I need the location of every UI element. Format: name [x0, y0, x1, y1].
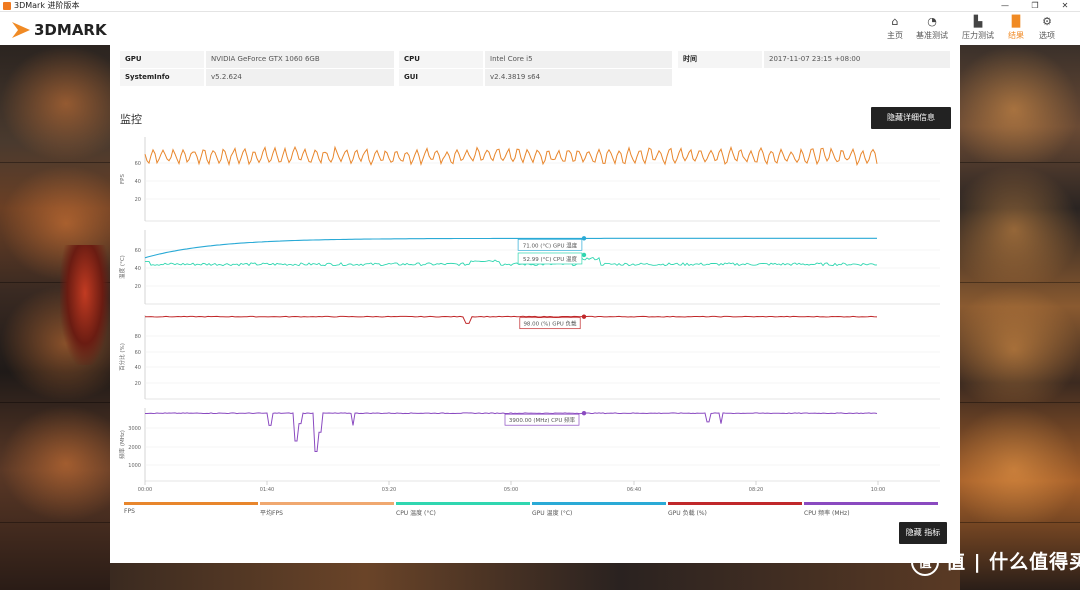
smzdm-logo-icon: 值 [911, 548, 939, 576]
y-tick-label: 20 [135, 284, 141, 290]
y-tick-label: 40 [135, 179, 141, 185]
cpu-temp-marker [581, 252, 587, 258]
legend-item[interactable]: CPU 温度 (°C) [396, 502, 530, 522]
nav-benchmarks-label: 基准测试 [916, 31, 948, 40]
nav-stress-tests[interactable]: ▙ 压力测试 [960, 14, 996, 46]
y-tick-label: 60 [135, 161, 141, 167]
legend-item[interactable]: 平均FPS [260, 502, 394, 522]
cpu-frequency-marker [581, 411, 587, 416]
results-panel: GPU NVIDIA GeForce GTX 1060 6GB CPU Inte… [110, 45, 960, 563]
close-button[interactable]: ✕ [1050, 0, 1080, 12]
gauge-icon: ◔ [927, 15, 937, 28]
background-right-art [960, 45, 1080, 590]
gear-icon: ⚙ [1042, 15, 1052, 28]
x-tick-label: 01:40 [260, 487, 274, 493]
y-axis-label: 温度 (°C) [118, 255, 126, 279]
y-tick-label: 60 [135, 248, 141, 254]
y-axis-label: FPS [120, 174, 126, 184]
cpu-temp-tooltip-text: 52.99 (°C) CPU 温度 [523, 255, 578, 263]
app-header: 3DMARK ⌂ 主页 ◔ 基准测试 ▙ 压力测试 ▐▌ 结果 ⚙ 选项 [0, 12, 1080, 45]
y-tick-label: 2000 [128, 445, 141, 451]
nav-options[interactable]: ⚙ 选项 [1029, 14, 1065, 46]
home-icon: ⌂ [891, 15, 899, 28]
hide-metrics-button[interactable]: 隐藏 指标 [899, 522, 947, 544]
app-icon [3, 2, 11, 10]
background-left-art [0, 45, 110, 590]
window-title: 3DMark 进阶版本 [14, 1, 80, 10]
y-tick-label: 60 [135, 350, 141, 356]
legend-item[interactable]: GPU 温度 (°C) [532, 502, 666, 522]
y-axis-label: 频率 (MHz) [118, 430, 126, 459]
y-tick-label: 40 [135, 365, 141, 371]
monitor-chart[interactable]: 60 40 20 FPS 60 40 20 温度 (°C) 80 60 40 20 百分比 (%) 300… [110, 45, 960, 515]
window-titlebar: 3DMark 进阶版本 — ❐ ✕ [0, 0, 1080, 12]
legend-swatch [260, 502, 394, 505]
maximize-button[interactable]: ❐ [1020, 0, 1050, 12]
legend-label: GPU 负载 (%) [668, 510, 707, 517]
cpu-frequency-tooltip-text: 3900.00 (MHz) CPU 频率 [509, 416, 576, 424]
nav-options-label: 选项 [1039, 31, 1055, 40]
fps-series-line [144, 145, 878, 167]
legend-label: CPU 温度 (°C) [396, 510, 436, 517]
gpu-temp-tooltip-text: 71.00 (°C) GPU 温度 [523, 241, 578, 249]
legend-item[interactable]: FPS [124, 502, 258, 522]
logo-text: 3DMARK [34, 21, 108, 39]
chart-legend: FPS 平均FPS CPU 温度 (°C) GPU 温度 (°C) GPU 负载 (%)… [124, 502, 944, 522]
nav-home-label: 主页 [887, 31, 903, 40]
watermark-text: 值 | 什么值得买 [946, 551, 1080, 573]
x-tick-label: 05:00 [504, 487, 518, 493]
legend-label: FPS [124, 508, 135, 515]
y-tick-label: 20 [135, 197, 141, 203]
x-tick-label: 08:20 [749, 487, 763, 493]
legend-swatch [668, 502, 802, 505]
x-tick-label: 00:00 [138, 487, 152, 493]
legend-swatch [804, 502, 938, 505]
minimize-button[interactable]: — [990, 0, 1020, 12]
gpu-temp-series-line [144, 237, 877, 259]
gpu-temp-marker [581, 236, 587, 241]
gpu-load-series-line [145, 315, 878, 324]
y-tick-label: 40 [135, 266, 141, 272]
x-tick-label: 06:40 [627, 487, 641, 493]
y-tick-label: 3000 [128, 426, 141, 432]
stress-chart-icon: ▙ [973, 15, 983, 28]
legend-swatch [396, 502, 530, 505]
y-axis-label: 百分比 (%) [118, 343, 126, 371]
nav-benchmarks[interactable]: ◔ 基准测试 [914, 14, 950, 46]
legend-label: 平均FPS [260, 510, 283, 517]
legend-swatch [124, 502, 258, 505]
legend-swatch [532, 502, 666, 505]
x-tick-label: 10:00 [871, 487, 885, 493]
legend-label: CPU 频率 (MHz) [804, 510, 850, 517]
svg-text:值: 值 [918, 555, 931, 571]
y-tick-label: 80 [135, 334, 141, 340]
legend-label: GPU 温度 (°C) [532, 510, 573, 517]
background-bottom-art [110, 563, 960, 590]
gpu-load-marker [581, 314, 587, 319]
nav-home[interactable]: ⌂ 主页 [877, 14, 913, 46]
y-tick-label: 20 [135, 381, 141, 387]
legend-item[interactable]: CPU 频率 (MHz) [804, 502, 938, 522]
y-tick-label: 1000 [128, 463, 141, 469]
x-tick-label: 03:20 [382, 487, 396, 493]
cpu-temp-series-line [145, 256, 878, 267]
3dmark-logo[interactable]: 3DMARK [10, 19, 126, 41]
nav-stress-tests-label: 压力测试 [962, 31, 994, 40]
gpu-load-tooltip-text: 98.00 (%) GPU 负载 [523, 320, 577, 328]
legend-item[interactable]: GPU 负载 (%) [668, 502, 802, 522]
